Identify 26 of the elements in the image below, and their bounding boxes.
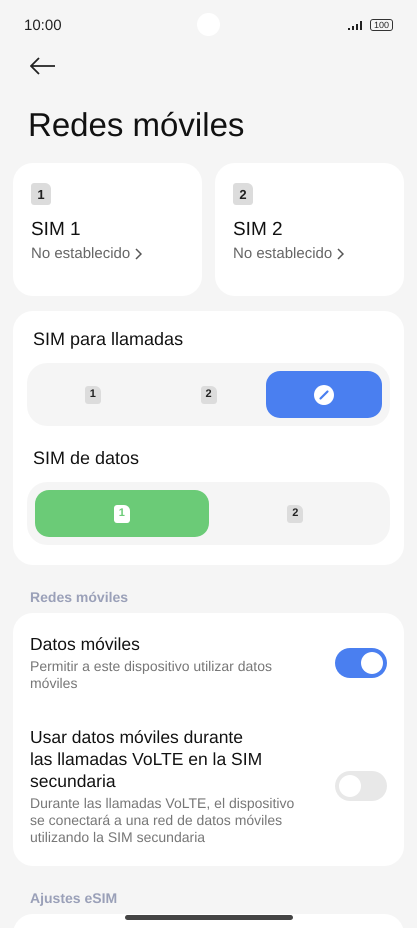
sim-option[interactable]: 2 — [208, 490, 382, 537]
sim-status: No establecido — [233, 245, 332, 262]
section-header: Redes móviles — [30, 589, 128, 605]
sim-name: SIM 2 — [233, 219, 284, 241]
sim-icon: 1 — [31, 183, 51, 205]
sim-card[interactable]: 2 SIM 2 No establecido — [215, 163, 404, 296]
section-header: Ajustes eSIM — [30, 890, 118, 906]
sim-card[interactable]: 1 SIM 1 No establecido — [13, 163, 202, 296]
setting-description: Durante las llamadas VoLTE, el dispositivo se conectará a una red de datos móviles utilizando la SIM secundaria — [30, 795, 296, 846]
sim-option[interactable]: 1 — [35, 371, 151, 418]
sim-name: SIM 1 — [31, 219, 82, 241]
sim-icon: 2 — [200, 386, 216, 404]
sim-icon: 2 — [287, 504, 304, 522]
sim-icon: 2 — [233, 183, 253, 205]
sim-option[interactable]: 2 — [150, 371, 266, 418]
setting-title: Datos móviles — [30, 633, 141, 655]
status-time: 10:00 — [24, 16, 62, 34]
setting-title: Usar datos móviles durante las llamadas VoLTE en la SIM secundaria — [30, 726, 264, 792]
battery-level: 100 — [370, 19, 393, 31]
sim-status: No establecido — [31, 245, 130, 262]
selector-label: SIM para llamadas — [32, 329, 184, 351]
sim-icon: 1 — [84, 386, 101, 404]
page-title: Redes móviles — [28, 105, 246, 145]
selector-label: SIM de datos — [32, 448, 140, 470]
setting-description: Permitir a este dispositivo utilizar datos móviles — [30, 658, 273, 692]
sim-icon: 1 — [114, 504, 130, 522]
